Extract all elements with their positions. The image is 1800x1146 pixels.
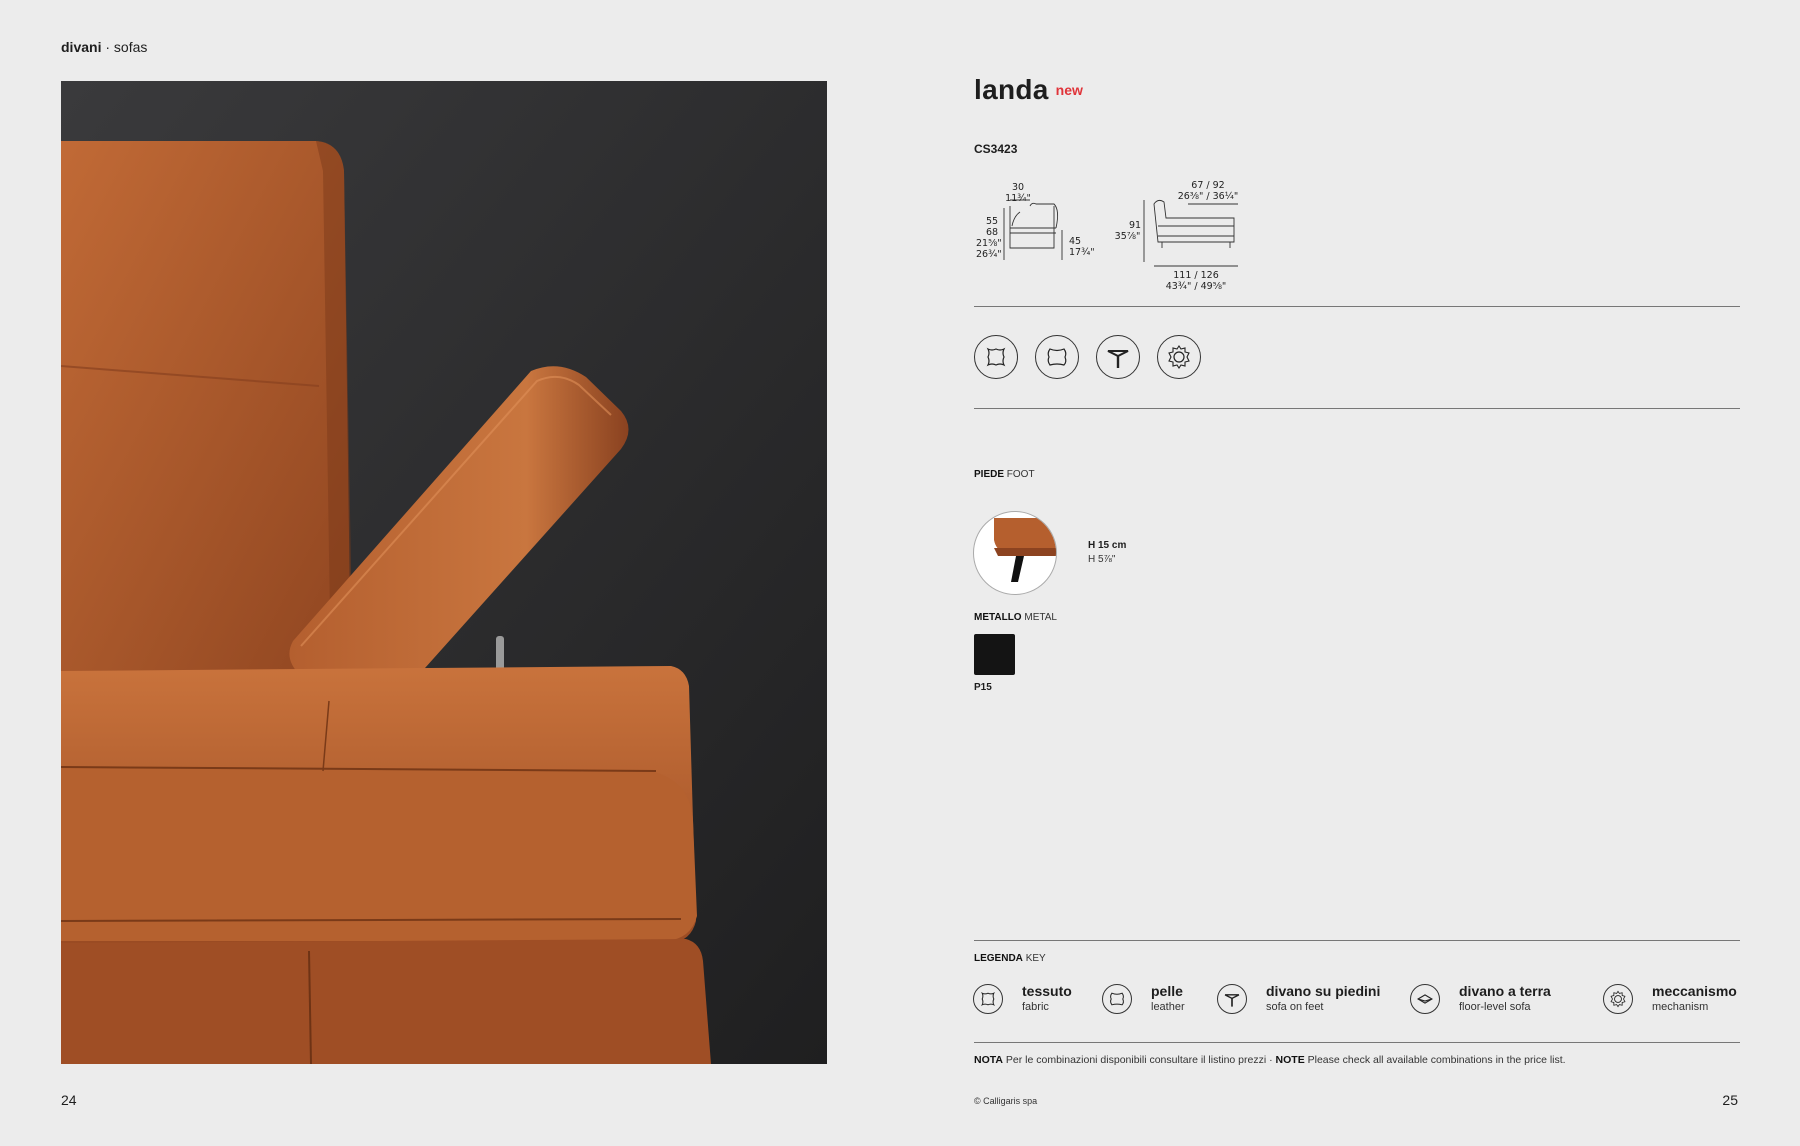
foot-height-cm: H 15 cm xyxy=(1088,540,1127,551)
dim-side-depth-in: 11¾" xyxy=(1005,193,1031,204)
legend-subtitle: floor-level sofa xyxy=(1459,1001,1531,1013)
divider xyxy=(974,940,1740,941)
legend-item-floor-level: divano a terra floor-level sofa xyxy=(1410,983,1551,1015)
legend-label-en: KEY xyxy=(1025,953,1046,964)
divider xyxy=(974,306,1740,307)
dimension-drawings: 30 11¾" 55 68 21⅝" 26¾" 45 17¾" 67 / 92 … xyxy=(974,178,1254,298)
dim-side-h1-cm: 55 xyxy=(986,216,999,227)
dim-side-depth-cm: 30 xyxy=(1011,182,1025,193)
leather-icon xyxy=(1102,984,1132,1014)
legend-title: divano a terra xyxy=(1459,983,1551,999)
material-label: METALLO METAL xyxy=(974,612,1057,623)
swatch-code: P15 xyxy=(974,682,992,693)
note-label-it: NOTA xyxy=(974,1054,1003,1066)
dim-front-length-cm: 111 / 126 xyxy=(1173,270,1219,281)
legend-item-sofa-on-feet: divano su piedini sofa on feet xyxy=(1217,983,1380,1015)
legend-subtitle: leather xyxy=(1151,1001,1185,1013)
dim-front-length-in: 43¾" / 49⅝" xyxy=(1165,281,1227,292)
foot-label: PIEDE FOOT xyxy=(974,469,1035,480)
dim-side-seat-in: 17¾" xyxy=(1069,247,1095,258)
dim-side-seat-cm: 45 xyxy=(1069,236,1082,247)
note-text-it: Per le combinazioni disponibili consulta… xyxy=(1005,1054,1273,1066)
note-text-en: Please check all available combinations … xyxy=(1307,1054,1566,1066)
page-number-left: 24 xyxy=(61,1092,77,1108)
section-subcategory: sofas xyxy=(113,39,148,55)
fabric-icon xyxy=(974,335,1018,379)
sofa-on-feet-icon xyxy=(1217,984,1247,1014)
dim-side-h1-in: 21⅝" xyxy=(976,238,1002,249)
legend-title: meccanismo xyxy=(1652,983,1737,999)
sofa-on-feet-icon xyxy=(1096,335,1140,379)
fabric-icon xyxy=(973,984,1003,1014)
legend-item-leather: pelle leather xyxy=(1102,983,1185,1015)
divider xyxy=(974,1042,1740,1043)
legend-title: divano su piedini xyxy=(1266,983,1381,999)
product-name: landa xyxy=(974,74,1049,105)
dim-side-h2-in: 26¾" xyxy=(976,249,1002,260)
foot-label-en: FOOT xyxy=(1006,469,1035,480)
legend-subtitle: sofa on feet xyxy=(1266,1001,1324,1013)
page-number-right: 25 xyxy=(1722,1092,1738,1108)
legend-subtitle: fabric xyxy=(1022,1001,1049,1013)
legend-label-it: LEGENDA xyxy=(974,953,1023,964)
divider xyxy=(974,408,1740,409)
product-photo xyxy=(61,81,827,1064)
legend-item-fabric: tessuto fabric xyxy=(973,983,1072,1015)
legend-title: pelle xyxy=(1151,983,1183,999)
material-label-it: METALLO xyxy=(974,612,1022,623)
section-separator: · xyxy=(101,39,114,55)
legend-title: tessuto xyxy=(1022,983,1072,999)
copyright: © Calligaris spa xyxy=(974,1096,1038,1106)
product-code: CS3423 xyxy=(974,142,1018,156)
note-label-en: NOTE xyxy=(1275,1054,1305,1066)
dim-front-height-in: 35⅞" xyxy=(1114,231,1141,242)
dim-front-width-in: 26⅜" / 36¼" xyxy=(1177,191,1239,202)
section-category: divani xyxy=(61,39,102,55)
legend-subtitle: mechanism xyxy=(1652,1001,1709,1013)
leather-icon xyxy=(1035,335,1079,379)
product-title-row: landa new xyxy=(974,74,1083,106)
foot-label-it: PIEDE xyxy=(974,469,1005,480)
legend-label: LEGENDA KEY xyxy=(974,953,1046,964)
floor-level-icon xyxy=(1410,984,1440,1014)
dim-side-h2-cm: 68 xyxy=(986,227,999,238)
material-label-en: METAL xyxy=(1024,612,1057,623)
metal-swatch xyxy=(974,634,1015,675)
mechanism-icon xyxy=(1603,984,1633,1014)
foot-photo xyxy=(973,511,1057,595)
note: NOTA Per le combinazioni disponibili con… xyxy=(974,1054,1566,1066)
foot-height-in: H 5⅞" xyxy=(1088,554,1116,565)
mechanism-icon xyxy=(1157,335,1201,379)
dim-front-width-cm: 67 / 92 xyxy=(1191,180,1225,191)
section-header: divani · sofas xyxy=(61,39,147,55)
new-badge: new xyxy=(1055,82,1083,98)
dim-front-height-cm: 91 xyxy=(1129,220,1142,231)
legend-item-mechanism: meccanismo mechanism xyxy=(1603,983,1737,1015)
